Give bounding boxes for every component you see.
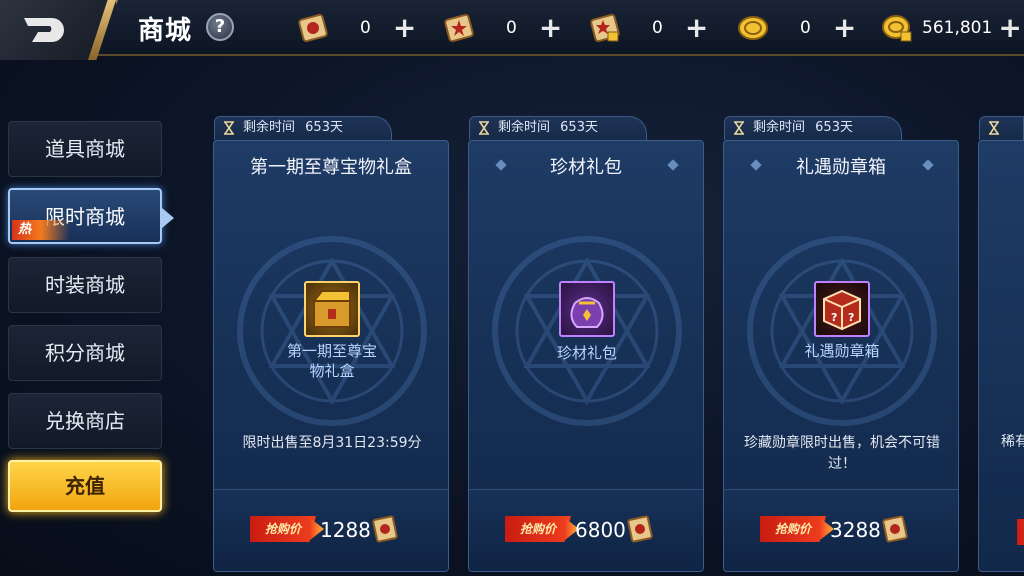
price-value: 3288 <box>830 518 881 542</box>
active-arrow-icon <box>162 208 174 228</box>
shop-card[interactable]: 礼遇勋章箱 ? ? 礼遇勋章箱 珍藏勋章限时出售，机会不可错过！ 抢购价 328… <box>723 140 959 572</box>
timer-tab <box>979 116 1024 140</box>
sidebar-item-points-shop[interactable]: 积分商城 <box>8 325 162 381</box>
mystery-box-icon[interactable]: ? ? <box>814 281 870 337</box>
scroll-red-icon <box>298 13 328 43</box>
currency-3-value: 0 <box>652 18 663 38</box>
top-bar: 商城 ? 0 + 0 + 0 + 0 + 561,801 + <box>0 0 1024 60</box>
shop-card[interactable]: 珍材礼包 珍材礼包 抢购价 6800 <box>468 140 704 572</box>
item-name: 珍材礼包 <box>556 344 617 362</box>
price-bar[interactable]: 抢购价 1288 <box>214 489 448 571</box>
currency-5: 561,801 + <box>880 8 1022 48</box>
scroll-red-icon <box>627 515 653 543</box>
currency-2-add-button[interactable]: + <box>539 14 562 42</box>
sidebar-item-props-shop[interactable]: 道具商城 <box>8 121 162 177</box>
shop-card[interactable]: 第一期至尊宝物礼盒 第一期至尊宝物礼盒 限时出售至8月31日23:59分 抢购价… <box>213 140 449 572</box>
timer-value: 653天 <box>560 120 598 135</box>
currency-3: 0 + <box>588 8 708 48</box>
gold-coin-icon <box>738 16 768 40</box>
price-value: 6800 <box>575 518 626 542</box>
item-name: 礼遇勋章箱 <box>804 342 880 360</box>
flash-price-tag: 抢购价 <box>505 516 571 542</box>
page-title: 商城 <box>138 16 193 46</box>
item-description: 珍藏勋章限时出售，机会不可错过！ <box>744 435 940 472</box>
flash-price-tag: 抢购价 <box>760 516 826 542</box>
timer-value: 653天 <box>305 120 343 135</box>
hourglass-icon <box>479 121 489 135</box>
currency-5-value: 561,801 <box>922 18 993 38</box>
timer-tab: 剩余时间 653天 <box>469 116 647 140</box>
help-icon[interactable]: ? <box>206 13 234 41</box>
price-bar[interactable]: 抢购价 6800 <box>469 489 703 571</box>
timer-label: 剩余时间 <box>753 120 806 135</box>
timer-tab: 剩余时间 653天 <box>214 116 392 140</box>
scroll-red-icon <box>882 515 908 543</box>
item-name: 第一期至尊宝物礼盒 <box>286 342 377 380</box>
currency-2-value: 0 <box>506 18 517 38</box>
currency-1: 0 + <box>296 8 416 48</box>
recharge-button[interactable]: 充值 <box>8 460 162 512</box>
timer-label: 剩余时间 <box>243 120 296 135</box>
currency-1-value: 0 <box>360 18 371 38</box>
hot-badge: 热 <box>12 220 70 240</box>
purple-bag-icon[interactable] <box>559 281 615 337</box>
gold-treasure-box-icon[interactable] <box>304 281 360 337</box>
sidebar-item-label: 兑换商店 <box>45 409 125 433</box>
shop-card-partial[interactable]: 稀有 <box>978 140 1024 572</box>
price-bar[interactable]: 抢购价 3288 <box>724 489 958 571</box>
sidebar-item-label: 积分商城 <box>45 341 125 365</box>
svg-text:?: ? <box>848 311 854 324</box>
scroll-red-icon <box>372 515 398 543</box>
sidebar-item-label: 道具商城 <box>45 137 125 161</box>
item-description: 稀有 <box>1001 434 1024 450</box>
sidebar-item-fashion-shop[interactable]: 时装商城 <box>8 257 162 313</box>
back-icon <box>24 18 64 42</box>
currency-4-value: 0 <box>800 18 811 38</box>
currency-4-add-button[interactable]: + <box>833 14 856 42</box>
hourglass-icon <box>734 121 744 135</box>
flash-price-tag <box>1017 519 1024 545</box>
svg-text:?: ? <box>831 311 837 324</box>
flash-price-tag: 抢购价 <box>250 516 316 542</box>
price-value: 1288 <box>320 518 371 542</box>
hourglass-icon <box>224 121 234 135</box>
currency-5-add-button[interactable]: + <box>998 14 1021 42</box>
currency-2: 0 + <box>442 8 562 48</box>
currency-1-add-button[interactable]: + <box>393 14 416 42</box>
card-title: 第一期至尊宝物礼盒 <box>250 157 412 178</box>
currency-4: 0 + <box>736 8 856 48</box>
sidebar-item-label: 时装商城 <box>45 273 125 297</box>
coin-locked-icon <box>882 15 912 42</box>
timer-label: 剩余时间 <box>498 120 551 135</box>
sidebar-item-exchange-shop[interactable]: 兑换商店 <box>8 393 162 449</box>
scroll-star-icon <box>444 13 474 43</box>
timer-tab: 剩余时间 653天 <box>724 116 902 140</box>
currency-3-add-button[interactable]: + <box>685 14 708 42</box>
item-description: 限时出售至8月31日23:59分 <box>242 435 422 451</box>
scroll-locked-icon <box>590 13 620 43</box>
timer-value: 653天 <box>815 120 853 135</box>
hourglass-icon <box>989 121 999 135</box>
sidebar-item-limited-shop[interactable]: 限时商城 热 <box>8 188 174 244</box>
